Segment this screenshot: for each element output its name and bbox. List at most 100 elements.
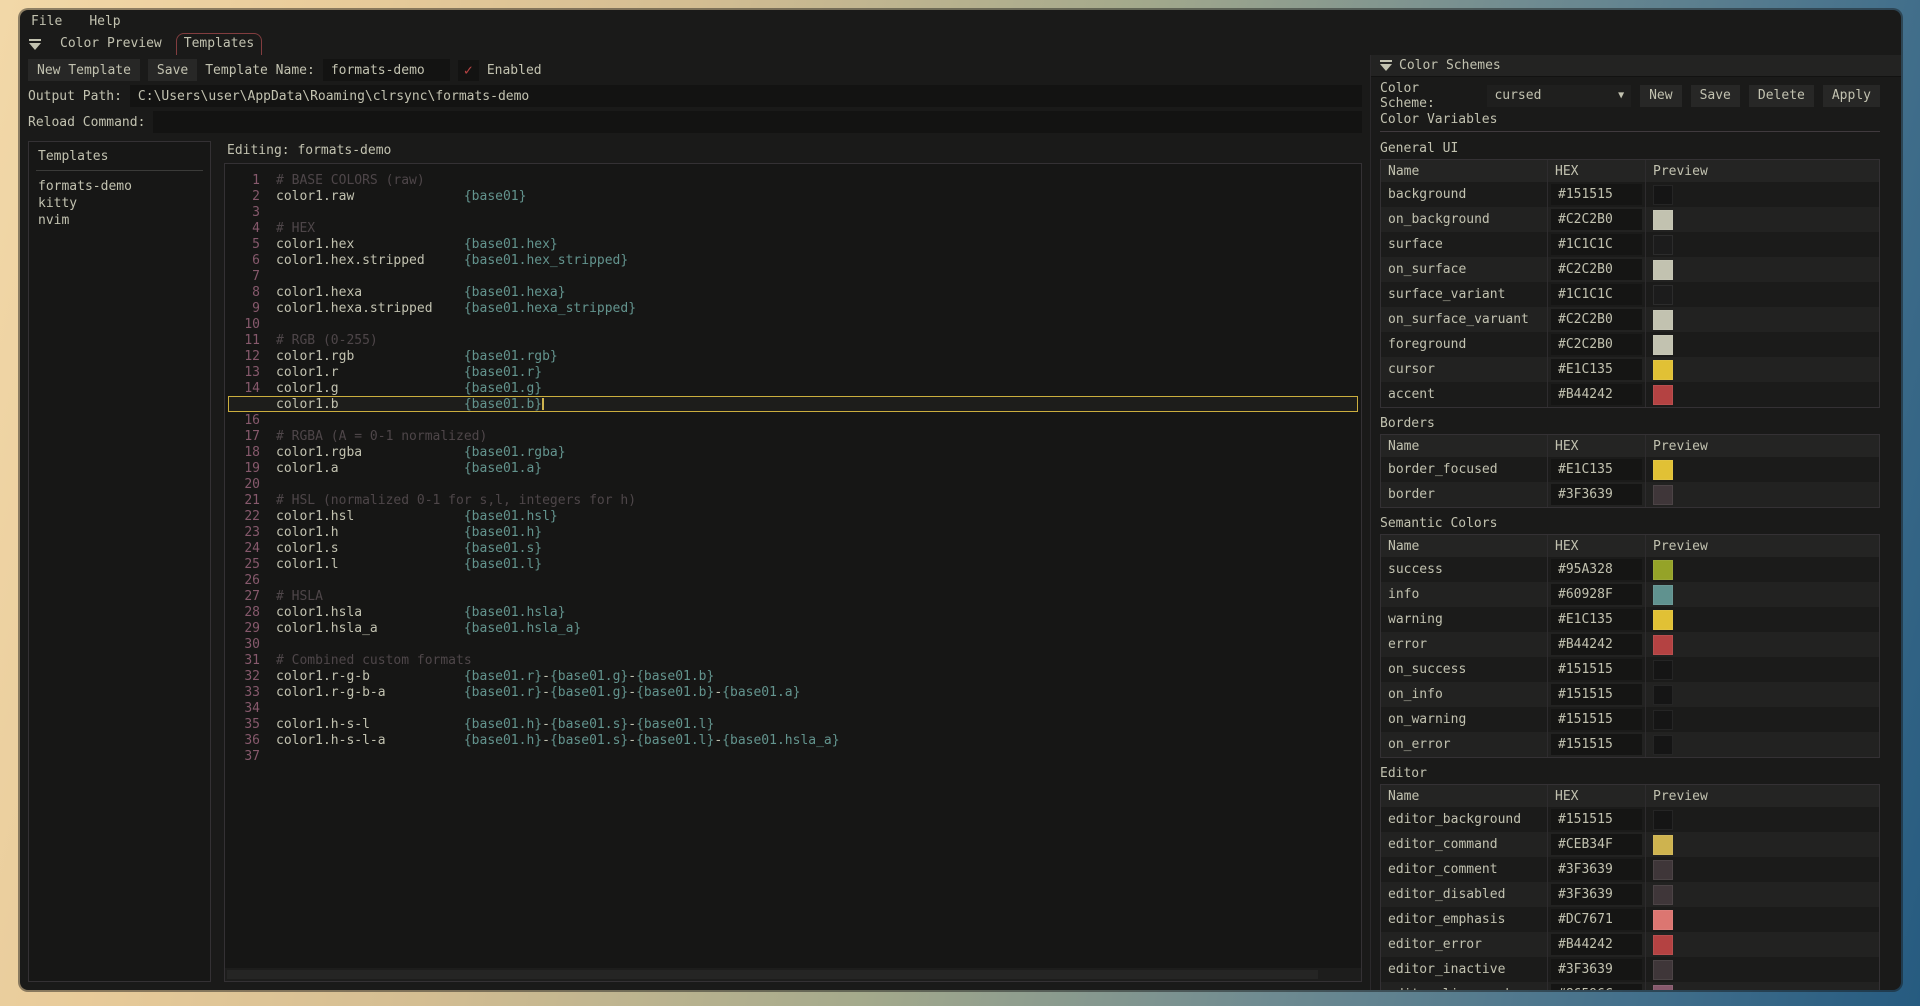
code-line[interactable]: 1# BASE COLORS (raw) bbox=[228, 172, 1358, 188]
code-line[interactable]: 21# HSL (normalized 0-1 for s,l, integer… bbox=[228, 492, 1358, 508]
code-line[interactable]: 24color1.s {base01.s} bbox=[228, 540, 1358, 556]
color-swatch[interactable] bbox=[1653, 385, 1673, 405]
scheme-new-button[interactable]: New bbox=[1640, 85, 1681, 107]
color-swatch[interactable] bbox=[1653, 235, 1673, 255]
code-editor[interactable]: 1# BASE COLORS (raw)2color1.raw {base01}… bbox=[224, 163, 1362, 982]
code-line[interactable]: 37 bbox=[228, 748, 1358, 764]
color-scheme-combo[interactable]: cursed ▼ bbox=[1487, 85, 1631, 107]
color-swatch[interactable] bbox=[1653, 360, 1673, 380]
color-swatch[interactable] bbox=[1653, 660, 1673, 680]
hex-input[interactable]: #C2C2B0 bbox=[1551, 259, 1642, 280]
code-line[interactable]: 7 bbox=[228, 268, 1358, 284]
code-line[interactable]: 31# Combined custom formats bbox=[228, 652, 1358, 668]
collapse-triangle-icon[interactable] bbox=[1380, 60, 1393, 72]
color-swatch[interactable] bbox=[1653, 260, 1673, 280]
hex-input[interactable]: #151515 bbox=[1551, 684, 1642, 705]
code-line[interactable]: 8color1.hexa {base01.hexa} bbox=[228, 284, 1358, 300]
color-swatch[interactable] bbox=[1653, 735, 1673, 755]
menu-help[interactable]: Help bbox=[89, 14, 120, 29]
code-line[interactable]: 25color1.l {base01.l} bbox=[228, 556, 1358, 572]
color-swatch[interactable] bbox=[1653, 635, 1673, 655]
code-line[interactable]: 2color1.raw {base01} bbox=[228, 188, 1358, 204]
code-line[interactable]: 35color1.h-s-l {base01.h}-{base01.s}-{ba… bbox=[228, 716, 1358, 732]
reload-command-input[interactable] bbox=[153, 111, 1362, 133]
code-line[interactable]: 4# HEX bbox=[228, 220, 1358, 236]
menu-file[interactable]: File bbox=[31, 14, 62, 29]
code-line[interactable]: 23color1.h {base01.h} bbox=[228, 524, 1358, 540]
color-swatch[interactable] bbox=[1653, 560, 1673, 580]
code-line[interactable]: 14color1.g {base01.g} bbox=[228, 380, 1358, 396]
hex-input[interactable]: #1C1C1C bbox=[1551, 234, 1642, 255]
enabled-checkbox[interactable]: ✓ bbox=[458, 60, 479, 81]
hex-input[interactable]: #C2C2B0 bbox=[1551, 309, 1642, 330]
hex-input[interactable]: #86596C bbox=[1551, 984, 1642, 990]
horizontal-scrollbar-thumb[interactable] bbox=[227, 970, 1318, 979]
code-line[interactable]: 22color1.hsl {base01.hsl} bbox=[228, 508, 1358, 524]
hex-input[interactable]: #E1C135 bbox=[1551, 359, 1642, 380]
save-template-button[interactable]: Save bbox=[148, 59, 197, 81]
color-swatch[interactable] bbox=[1653, 935, 1673, 955]
hex-input[interactable]: #DC7671 bbox=[1551, 909, 1642, 930]
color-swatch[interactable] bbox=[1653, 460, 1673, 480]
hex-input[interactable]: #151515 bbox=[1551, 734, 1642, 755]
hex-input[interactable]: #151515 bbox=[1551, 184, 1642, 205]
code-line[interactable]: 5color1.hex {base01.hex} bbox=[228, 236, 1358, 252]
collapse-triangle-icon[interactable] bbox=[29, 39, 42, 51]
code-line[interactable]: 18color1.rgba {base01.rgba} bbox=[228, 444, 1358, 460]
scheme-delete-button[interactable]: Delete bbox=[1749, 85, 1814, 107]
code-line[interactable]: 11# RGB (0-255) bbox=[228, 332, 1358, 348]
tab-templates[interactable]: Templates bbox=[176, 33, 262, 55]
code-line[interactable]: 12color1.rgb {base01.rgb} bbox=[228, 348, 1358, 364]
code-line[interactable]: 16 bbox=[228, 412, 1358, 428]
color-swatch[interactable] bbox=[1653, 985, 1673, 991]
code-line[interactable]: color1.b {base01.b} bbox=[228, 396, 1358, 412]
code-line[interactable]: 30 bbox=[228, 636, 1358, 652]
hex-input[interactable]: #60928F bbox=[1551, 584, 1642, 605]
hex-input[interactable]: #3F3639 bbox=[1551, 484, 1642, 505]
code-line[interactable]: 29color1.hsla_a {base01.hsla_a} bbox=[228, 620, 1358, 636]
hex-input[interactable]: #CEB34F bbox=[1551, 834, 1642, 855]
hex-input[interactable]: #B44242 bbox=[1551, 384, 1642, 405]
hex-input[interactable]: #C2C2B0 bbox=[1551, 209, 1642, 230]
color-swatch[interactable] bbox=[1653, 860, 1673, 880]
code-line[interactable]: 28color1.hsla {base01.hsla} bbox=[228, 604, 1358, 620]
hex-input[interactable]: #151515 bbox=[1551, 709, 1642, 730]
color-swatch[interactable] bbox=[1653, 810, 1673, 830]
hex-input[interactable]: #B44242 bbox=[1551, 934, 1642, 955]
code-line[interactable]: 3 bbox=[228, 204, 1358, 220]
color-swatch[interactable] bbox=[1653, 210, 1673, 230]
color-schemes-header[interactable]: Color Schemes bbox=[1371, 55, 1901, 77]
color-swatch[interactable] bbox=[1653, 960, 1673, 980]
hex-input[interactable]: #151515 bbox=[1551, 809, 1642, 830]
hex-input[interactable]: #151515 bbox=[1551, 659, 1642, 680]
code-line[interactable]: 27# HSLA bbox=[228, 588, 1358, 604]
code-line[interactable]: 32color1.r-g-b {base01.r}-{base01.g}-{ba… bbox=[228, 668, 1358, 684]
hex-input[interactable]: #C2C2B0 bbox=[1551, 334, 1642, 355]
hex-input[interactable]: #3F3639 bbox=[1551, 884, 1642, 905]
hex-input[interactable]: #95A328 bbox=[1551, 559, 1642, 580]
hex-input[interactable]: #E1C135 bbox=[1551, 609, 1642, 630]
hex-input[interactable]: #E1C135 bbox=[1551, 459, 1642, 480]
hex-input[interactable]: #B44242 bbox=[1551, 634, 1642, 655]
color-swatch[interactable] bbox=[1653, 910, 1673, 930]
template-list-item[interactable]: kitty bbox=[38, 195, 201, 212]
code-line[interactable]: 17# RGBA (A = 0-1 normalized) bbox=[228, 428, 1358, 444]
new-template-button[interactable]: New Template bbox=[28, 59, 140, 81]
color-swatch[interactable] bbox=[1653, 585, 1673, 605]
hex-input[interactable]: #3F3639 bbox=[1551, 959, 1642, 980]
code-line[interactable]: 20 bbox=[228, 476, 1358, 492]
scheme-apply-button[interactable]: Apply bbox=[1823, 85, 1880, 107]
hex-input[interactable]: #1C1C1C bbox=[1551, 284, 1642, 305]
code-line[interactable]: 9color1.hexa.stripped {base01.hexa_strip… bbox=[228, 300, 1358, 316]
hex-input[interactable]: #3F3639 bbox=[1551, 859, 1642, 880]
color-swatch[interactable] bbox=[1653, 285, 1673, 305]
code-line[interactable]: 6color1.hex.stripped {base01.hex_strippe… bbox=[228, 252, 1358, 268]
color-swatch[interactable] bbox=[1653, 710, 1673, 730]
horizontal-scrollbar[interactable] bbox=[225, 968, 1361, 981]
color-swatch[interactable] bbox=[1653, 185, 1673, 205]
color-swatch[interactable] bbox=[1653, 885, 1673, 905]
code-line[interactable]: 26 bbox=[228, 572, 1358, 588]
tab-color-preview[interactable]: Color Preview bbox=[52, 33, 170, 55]
color-swatch[interactable] bbox=[1653, 610, 1673, 630]
code-line[interactable]: 33color1.r-g-b-a {base01.r}-{base01.g}-{… bbox=[228, 684, 1358, 700]
